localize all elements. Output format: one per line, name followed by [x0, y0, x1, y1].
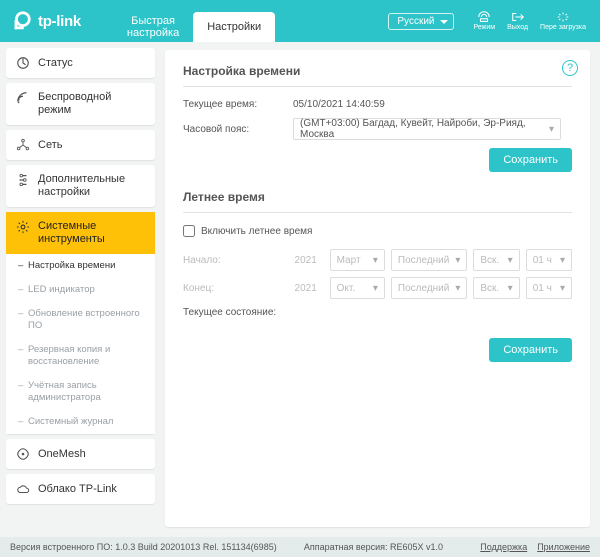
dst-enable-label: Включить летнее время — [201, 226, 312, 237]
dst-start-day[interactable]: Вск.▾ — [473, 249, 519, 271]
subnav-backup[interactable]: Резервная копия и восстановление — [6, 338, 155, 374]
save-button-time[interactable]: Сохранить — [489, 148, 572, 172]
advanced-icon — [16, 173, 30, 187]
nav-system-tools[interactable]: Системные инструменты — [6, 212, 155, 254]
nav-network[interactable]: Сеть — [6, 130, 155, 160]
subnav-firmware[interactable]: Обновление встроенного ПО — [6, 302, 155, 338]
hardware-version: Аппаратная версия: RE605X v1.0 — [304, 542, 443, 552]
brand-logo: tp-link — [0, 10, 93, 32]
chevron-down-icon: ▾ — [549, 124, 554, 135]
logout-icon — [511, 11, 525, 23]
timezone-select[interactable]: (GMT+03:00) Багдад, Кувейт, Найроби, Эр-… — [293, 118, 561, 140]
cloud-icon — [16, 482, 30, 496]
nav-status[interactable]: Статус — [6, 48, 155, 78]
dst-start-hour[interactable]: 01 ч▾ — [526, 249, 572, 271]
timezone-label: Часовой пояс: — [183, 124, 293, 135]
save-button-dst[interactable]: Сохранить — [489, 338, 572, 362]
dst-end-year: 2021 — [288, 283, 324, 294]
tab-quick-setup[interactable]: Быстрая настройка — [113, 12, 193, 42]
wireless-icon — [16, 91, 30, 105]
dst-end-label: Конец: — [183, 283, 282, 294]
nav-wireless[interactable]: Беспроводной режим — [6, 83, 155, 125]
nav-onemesh[interactable]: OneMesh — [6, 439, 155, 469]
support-link[interactable]: Поддержка — [480, 542, 527, 552]
dst-enable-checkbox[interactable] — [183, 225, 195, 237]
dst-start-ordinal[interactable]: Последний▾ — [391, 249, 468, 271]
dst-start-label: Начало: — [183, 255, 282, 266]
dst-end-hour[interactable]: 01 ч▾ — [526, 277, 572, 299]
subnav-syslog[interactable]: Системный журнал — [6, 410, 155, 434]
tplink-logo-icon — [10, 10, 32, 32]
content-area: ? Настройка времени Текущее время: 05/10… — [155, 42, 600, 537]
section-time-title: Настройка времени — [183, 64, 572, 87]
app-link[interactable]: Приложение — [537, 542, 590, 552]
current-time-value: 05/10/2021 14:40:59 — [293, 99, 385, 110]
brand-name: tp-link — [38, 13, 81, 30]
dst-end-ordinal[interactable]: Последний▾ — [391, 277, 468, 299]
reload-button[interactable]: Пере загрузка — [534, 11, 592, 32]
subnav-time[interactable]: Настройка времени — [6, 254, 155, 278]
network-icon — [16, 138, 30, 152]
main-tabs: Быстрая настройка Настройки — [113, 0, 275, 42]
logout-button[interactable]: Выход — [501, 11, 534, 32]
reload-icon — [556, 11, 570, 23]
header: tp-link Быстрая настройка Настройки Русс… — [0, 0, 600, 42]
dst-start-year: 2021 — [288, 255, 324, 266]
mode-icon — [477, 11, 491, 23]
dst-enable-row: Включить летнее время — [183, 225, 572, 237]
nav-cloud[interactable]: Облако TP-Link — [6, 474, 155, 504]
help-button[interactable]: ? — [562, 60, 578, 76]
section-dst-title: Летнее время — [183, 190, 572, 213]
dst-start-month[interactable]: Март▾ — [330, 249, 385, 271]
language-select[interactable]: Русский — [388, 13, 453, 30]
onemesh-icon — [16, 447, 30, 461]
subnav-led[interactable]: LED индикатор — [6, 278, 155, 302]
tab-settings[interactable]: Настройки — [193, 12, 275, 42]
footer: Версия встроенного ПО: 1.0.3 Build 20201… — [0, 537, 600, 557]
status-icon — [16, 56, 30, 70]
current-time-label: Текущее время: — [183, 99, 293, 110]
mode-button[interactable]: Режим — [468, 11, 502, 32]
dst-end-month[interactable]: Окт.▾ — [330, 277, 385, 299]
sidebar: Статус Беспроводной режим Сеть Дополните… — [0, 42, 155, 537]
dst-state-label: Текущее состояние: — [183, 307, 572, 318]
dst-end-day[interactable]: Вск.▾ — [473, 277, 519, 299]
gear-icon — [16, 220, 30, 234]
subnav-admin[interactable]: Учётная запись администратора — [6, 374, 155, 410]
nav-advanced[interactable]: Дополнительные настройки — [6, 165, 155, 207]
firmware-version: Версия встроенного ПО: 1.0.3 Build 20201… — [10, 542, 277, 552]
